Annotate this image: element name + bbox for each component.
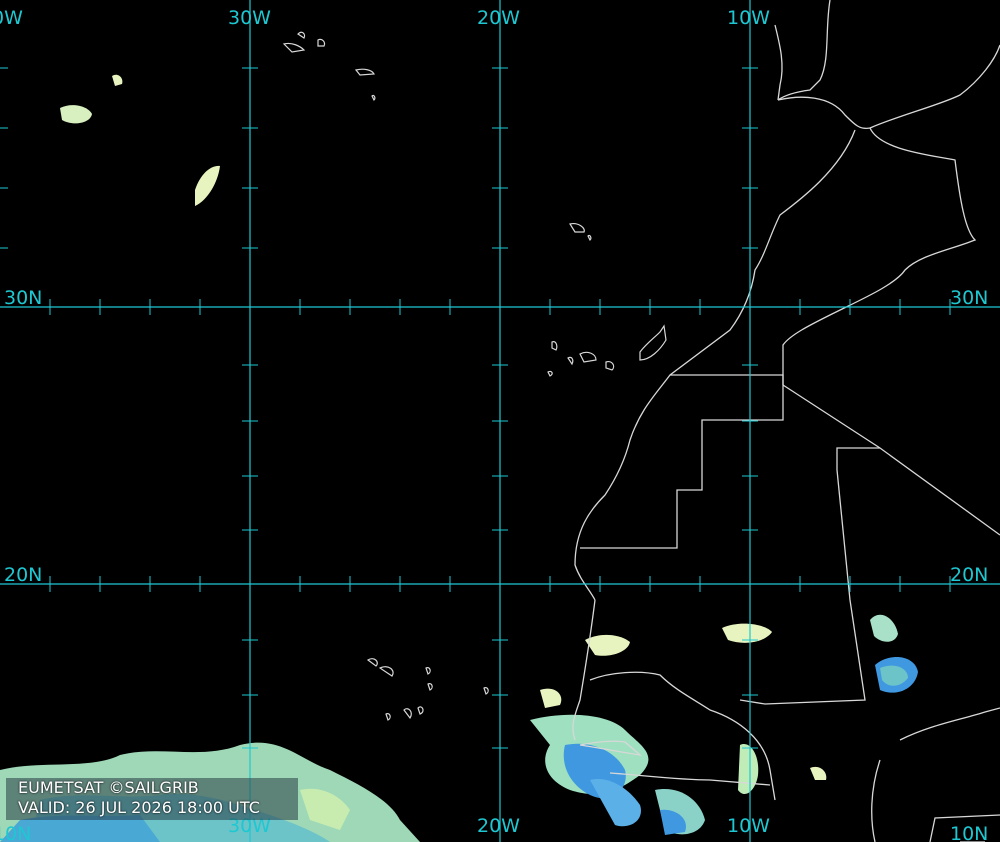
satellite-map[interactable]: 0W 30W 20W 10W 30N 30N 20N 20N -10N 30W … (0, 0, 1000, 842)
lon-label-bottom-10w: 10W (727, 815, 770, 837)
lon-label-top-20w: 20W (477, 7, 520, 29)
lon-label-top-10w: 10W (727, 7, 770, 29)
valid-time: VALID: 26 JUL 2026 18:00 UTC (18, 798, 260, 817)
lat-label-right-30n: 30N (950, 287, 988, 309)
lon-label-top-0: 0W (0, 7, 23, 29)
lat-label-left-30n: 30N (4, 287, 42, 309)
lon-label-bottom-left: -10N (0, 823, 31, 842)
credit-box: EUMETSAT ©SAILGRIB VALID: 26 JUL 2026 18… (6, 778, 298, 820)
lon-label-bottom-right: 10N (950, 823, 988, 842)
lat-label-left-20n: 20N (4, 564, 42, 586)
lat-label-right-20n: 20N (950, 564, 988, 586)
lon-label-bottom-20w: 20W (477, 815, 520, 837)
credit-source: EUMETSAT ©SAILGRIB (18, 778, 199, 797)
lon-label-top-30w: 30W (228, 7, 271, 29)
